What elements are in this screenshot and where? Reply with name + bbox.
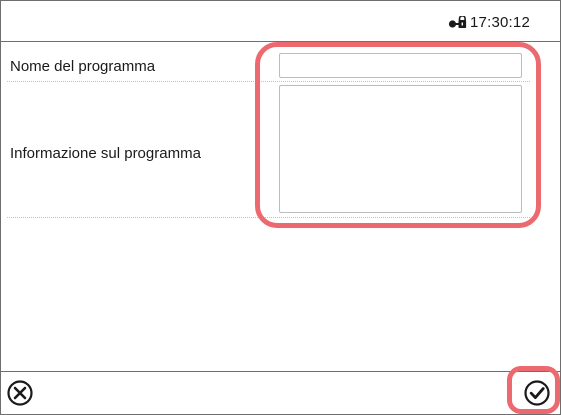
program-name-input[interactable] (279, 53, 522, 78)
confirm-button[interactable] (522, 378, 552, 408)
bottom-toolbar (1, 371, 560, 415)
program-name-label: Nome del programma (10, 58, 156, 75)
lock-icon (448, 15, 468, 30)
program-info-label: Informazione sul programma (10, 145, 201, 162)
row-divider (7, 81, 530, 82)
check-circle-icon (524, 380, 550, 406)
clock-time: 17:30:12 (470, 14, 530, 31)
cancel-button[interactable] (5, 378, 35, 408)
program-info-textarea[interactable] (279, 85, 522, 213)
row-divider (7, 217, 530, 218)
status-bar: 17:30:12 (1, 1, 560, 42)
screen-frame: 17:30:12 Nome del programma Informazione… (0, 0, 561, 415)
close-circle-icon (7, 380, 33, 406)
